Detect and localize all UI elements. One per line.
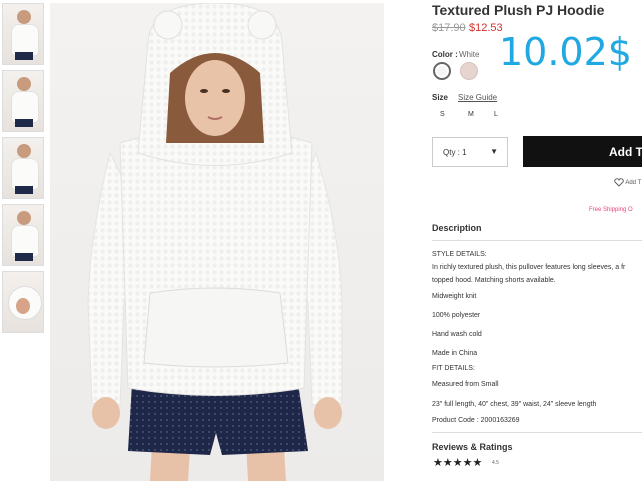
description-heading: Description	[432, 223, 482, 233]
color-swatch-white[interactable]	[433, 62, 451, 80]
free-shipping-notice[interactable]: Free Shipping O	[589, 207, 633, 213]
thumbnail-front[interactable]	[2, 3, 44, 65]
overlay-price-annotation: 10.02$	[499, 30, 632, 74]
thumbnail-figure-shorts	[15, 119, 33, 127]
thumbnail-figure-shorts	[15, 52, 33, 60]
wishlist-label: Add T	[625, 180, 642, 187]
fit-measured-from: Measured from Small	[432, 381, 499, 388]
thumbnail-figure-head	[17, 10, 31, 24]
hoodie-model-illustration	[87, 3, 343, 481]
thumbnail-face	[16, 298, 30, 314]
add-to-bag-button[interactable]: Add T	[523, 136, 642, 167]
thumbnail-figure-head	[17, 211, 31, 225]
color-swatch-pink[interactable]	[460, 62, 478, 80]
thumbnail-gallery	[2, 3, 44, 338]
quantity-value: Qty : 1	[443, 148, 467, 157]
detail-origin: Made in China	[432, 350, 478, 357]
size-label: Size	[432, 93, 449, 102]
color-label: Color :	[432, 50, 458, 59]
heart-icon	[614, 178, 624, 187]
wishlist-link[interactable]: Add T	[614, 178, 641, 187]
thumbnail-back[interactable]	[2, 137, 44, 199]
size-option-s[interactable]: S	[440, 111, 445, 118]
detail-material: 100% polyester	[432, 312, 481, 319]
sale-price: $12.53	[469, 22, 503, 34]
quantity-select[interactable]: Qty : 1 ▼	[432, 137, 508, 167]
color-value: White	[459, 50, 480, 59]
thumbnail-pose[interactable]	[2, 204, 44, 266]
thumbnail-side[interactable]	[2, 70, 44, 132]
main-product-image[interactable]	[50, 3, 384, 481]
style-details-line-2: topped hood. Matching shorts available.	[432, 277, 556, 284]
style-details-heading: STYLE DETAILS:	[432, 251, 487, 258]
product-code: Product Code : 2000163269	[432, 417, 520, 424]
thumbnail-figure-shorts	[15, 186, 33, 194]
product-title: Textured Plush PJ Hoodie	[432, 2, 605, 18]
detail-care: Hand wash cold	[432, 331, 482, 338]
style-details-line-1: In richly textured plush, this pullover …	[432, 264, 626, 271]
size-option-m[interactable]: M	[468, 111, 474, 118]
size-guide-link[interactable]: Size Guide	[458, 93, 497, 102]
rating-value: 4.5	[492, 460, 499, 466]
reviews-heading: Reviews & Ratings	[432, 442, 513, 452]
fit-dimensions: 23" full length, 40" chest, 39" waist, 2…	[432, 401, 597, 408]
thumbnail-figure-head	[17, 144, 31, 158]
dropdown-arrow-icon: ▼	[490, 147, 498, 156]
thumbnail-figure-shorts	[15, 253, 33, 261]
detail-midweight: Midweight knit	[432, 293, 477, 300]
size-option-l[interactable]: L	[494, 111, 498, 118]
reviews-divider	[432, 432, 642, 433]
original-price: $17.90	[432, 22, 466, 34]
thumbnail-figure-head	[17, 77, 31, 91]
description-divider	[432, 240, 642, 241]
thumbnail-hood-closeup[interactable]	[2, 271, 44, 333]
star-rating-icon[interactable]: ★★★★★	[433, 456, 482, 469]
fit-details-heading: FIT DETAILS:	[432, 365, 475, 372]
